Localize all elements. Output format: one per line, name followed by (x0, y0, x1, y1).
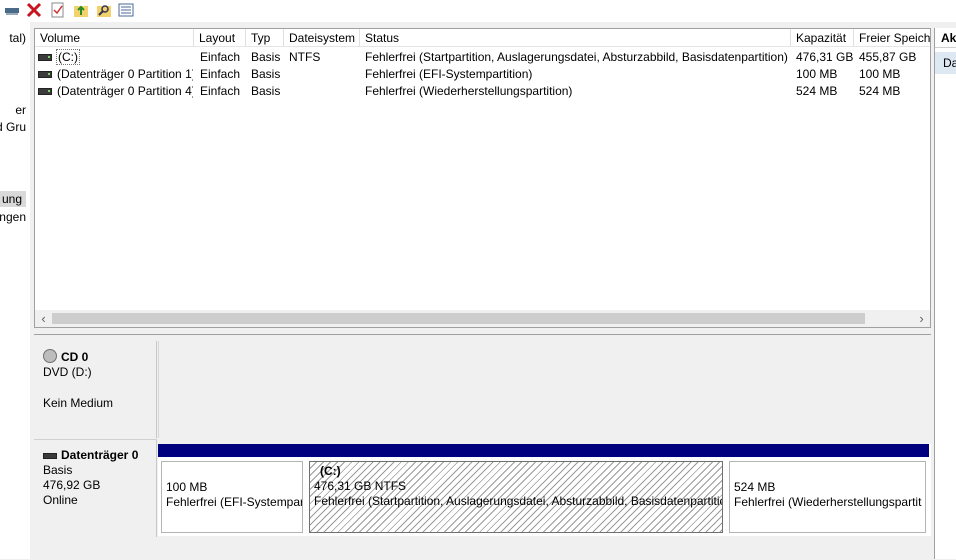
properties-icon[interactable] (50, 2, 66, 18)
partition-recovery[interactable]: 524 MB Fehlerfrei (Wiederherstellungspar… (726, 444, 929, 536)
cell-kapazitaet: 524 MB (796, 84, 838, 98)
cell-frei: 524 MB (859, 84, 901, 98)
disk-label-disk0[interactable]: Datenträger 0 Basis 476,92 GB Online (34, 439, 157, 537)
disk-media: Kein Medium (43, 396, 114, 410)
cell-dateisystem: NTFS (289, 50, 321, 64)
disk-name: CD 0 (61, 350, 89, 364)
scroll-right-icon[interactable]: › (913, 310, 930, 327)
partition-size: 524 MB (734, 480, 776, 494)
navigation-tree: tal) er d Gru ung ngen (0, 22, 30, 559)
partition-bar (158, 444, 306, 457)
tree-item[interactable]: ngen (0, 209, 30, 225)
table-row[interactable]: (Datenträger 0 Partition 4) Einfach Basi… (35, 83, 930, 100)
table-row[interactable]: (Datenträger 0 Partition 1) Einfach Basi… (35, 66, 930, 83)
disk-label-cd0[interactable]: CD 0 DVD (D:) Kein Medium (34, 341, 157, 438)
cell-layout: Einfach (200, 50, 241, 64)
search-folder-icon[interactable] (96, 2, 112, 18)
partition-status: Fehlerfrei (Startpartition, Auslagerungs… (314, 494, 723, 508)
partition-c[interactable]: (C:) 476,31 GB NTFS Fehlerfrei (Startpar… (306, 444, 726, 536)
cell-status: Fehlerfrei (Startpartition, Auslagerungs… (365, 50, 788, 64)
actions-header: Ak (935, 28, 956, 48)
cell-frei: 100 MB (859, 67, 901, 81)
column-header-kapazitaet[interactable]: Kapazität (791, 29, 854, 47)
cell-volume: (Datenträger 0 Partition 4) (38, 83, 193, 100)
column-header-freier-speicher[interactable]: Freier Speiche (854, 29, 930, 47)
partition-status: Fehlerfrei (EFI-Systempar (166, 495, 303, 509)
tree-item[interactable]: tal) (0, 30, 30, 46)
cell-kapazitaet: 100 MB (796, 67, 838, 81)
cell-status: Fehlerfrei (Wiederherstellungspartition) (365, 84, 573, 98)
actions-item[interactable]: Da (935, 52, 956, 74)
tree-item[interactable]: er (0, 102, 30, 118)
column-header-typ[interactable]: Typ (246, 29, 284, 47)
table-row[interactable]: (C:) Einfach Basis NTFS Fehlerfrei (Star… (35, 49, 930, 66)
disk-drive: DVD (D:) (43, 365, 92, 379)
cell-volume: (C:) (38, 49, 193, 66)
column-header-dateisystem[interactable]: Dateisystem (284, 29, 360, 47)
disk-name: Datenträger 0 (61, 448, 139, 462)
column-header-layout[interactable]: Layout (194, 29, 246, 47)
cell-layout: Einfach (200, 67, 241, 81)
cell-status: Fehlerfrei (EFI-Systempartition) (365, 67, 533, 81)
scrollbar-thumb[interactable] (52, 313, 865, 324)
scroll-left-icon[interactable]: ‹ (35, 310, 52, 327)
delete-icon[interactable] (26, 2, 42, 18)
disk0-partitions: 100 MB Fehlerfrei (EFI-Systempar (C:) 47… (158, 444, 931, 536)
column-header-volume[interactable]: Volume (35, 29, 194, 47)
partition-bar (726, 444, 929, 457)
connect-icon[interactable] (4, 2, 20, 18)
toolbar (0, 0, 956, 22)
cd0-empty-lane (158, 341, 932, 438)
hard-disk-icon (43, 452, 57, 459)
cell-kapazitaet: 476,31 GB (796, 50, 854, 64)
volume-list: Volume Layout Typ Dateisystem Status Kap… (34, 28, 931, 328)
partition-box: 524 MB Fehlerfrei (Wiederherstellungspar… (729, 461, 926, 533)
disk-graphical-view: CD 0 DVD (D:) Kein Medium Datenträger 0 … (34, 334, 932, 560)
settings-list-icon[interactable] (118, 2, 134, 18)
cd-drive-icon (43, 349, 57, 363)
actions-pane: Ak Da (934, 28, 956, 559)
drive-icon (38, 54, 52, 62)
cell-typ: Basis (251, 67, 281, 81)
cell-layout: Einfach (200, 84, 241, 98)
partition-box: 100 MB Fehlerfrei (EFI-Systempar (161, 461, 303, 533)
column-header-status[interactable]: Status (360, 29, 791, 47)
partition-efi[interactable]: 100 MB Fehlerfrei (EFI-Systempar (158, 444, 306, 536)
disk-state: Online (43, 493, 78, 507)
partition-size: 100 MB (166, 480, 208, 494)
partition-title: (C:) (320, 464, 341, 478)
cell-typ: Basis (251, 50, 281, 64)
partition-status: Fehlerfrei (Wiederherstellungspartit (734, 495, 922, 509)
disk-type: Basis (43, 463, 73, 477)
tree-item[interactable]: d Gru (0, 119, 30, 135)
drive-icon (38, 88, 52, 96)
partition-size: 476,31 GB NTFS (314, 479, 407, 493)
partition-bar (306, 444, 726, 457)
cell-frei: 455,87 GB (859, 50, 917, 64)
disk-size: 476,92 GB (43, 478, 101, 492)
cell-volume: (Datenträger 0 Partition 1) (38, 66, 193, 83)
cell-typ: Basis (251, 84, 281, 98)
drive-icon (38, 71, 52, 79)
partition-box: (C:) 476,31 GB NTFS Fehlerfrei (Startpar… (309, 461, 723, 533)
tree-item-selected[interactable]: ung (0, 191, 26, 207)
horizontal-scrollbar[interactable]: ‹ › (35, 310, 930, 327)
folder-up-icon[interactable] (73, 2, 89, 18)
